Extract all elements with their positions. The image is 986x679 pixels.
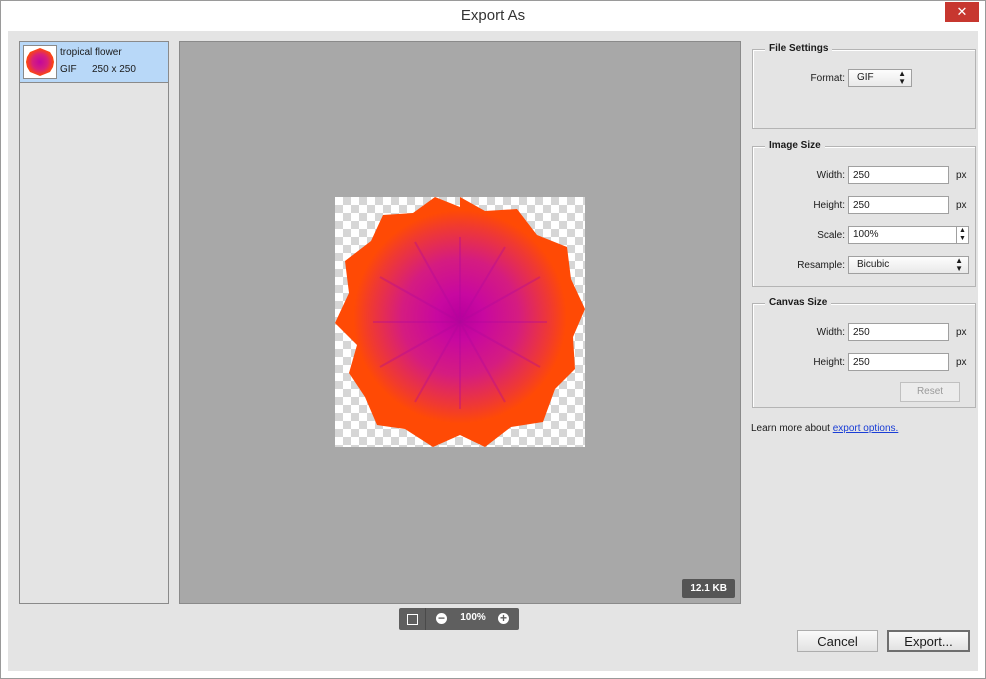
updown-arrow-icon: ▲ ▼ (898, 69, 906, 86)
dialog-body: tropical flower GIF 250 x 250 12.1 KB − … (8, 31, 978, 671)
title-bar: Export As ✕ (1, 1, 985, 31)
learn-more-text: Learn more about export options. (751, 423, 898, 434)
image-height-field[interactable]: 250 (848, 196, 949, 214)
image-size-title: Image Size (765, 140, 825, 151)
export-button[interactable]: Export... (887, 630, 970, 652)
resample-value: Bicubic (857, 259, 890, 270)
flower-thumbnail-icon (23, 45, 57, 79)
canvas-size-group: Canvas Size Width: 250 px Height: 250 px… (752, 297, 976, 408)
format-dropdown[interactable]: GIF ▲ ▼ (848, 69, 912, 87)
canvas-size-title: Canvas Size (765, 297, 832, 308)
preview-canvas (335, 197, 585, 447)
image-size-group: Image Size Width: 250 px Height: 250 px … (752, 140, 976, 287)
canvas-height-field[interactable]: 250 (848, 353, 949, 371)
scale-spinbox[interactable]: 100% ▲ ▼ (848, 226, 969, 244)
file-format: GIF (60, 64, 77, 75)
image-width-label: Width: (816, 170, 845, 181)
zoom-level: 100% (460, 612, 486, 623)
file-list: tropical flower GIF 250 x 250 (19, 41, 169, 604)
file-settings-title: File Settings (765, 43, 833, 54)
canvas-height-unit: px (956, 357, 967, 368)
close-button[interactable]: ✕ (945, 2, 979, 22)
scale-value: 100% (853, 229, 879, 240)
preview-area: 12.1 KB (179, 41, 741, 604)
zoom-toolbar: − 100% + (399, 608, 519, 630)
canvas-width-unit: px (956, 327, 967, 338)
canvas-height-label: Height: (813, 357, 845, 368)
flower-image-icon (335, 197, 585, 447)
learn-more-label: Learn more about (751, 423, 833, 434)
file-list-item[interactable]: tropical flower GIF 250 x 250 (20, 42, 168, 83)
cancel-button[interactable]: Cancel (797, 630, 878, 652)
file-size-badge: 12.1 KB (682, 579, 735, 598)
file-name: tropical flower (60, 47, 122, 58)
spin-arrows-icon[interactable]: ▲ ▼ (956, 227, 968, 243)
scale-label: Scale: (817, 230, 845, 241)
image-width-field[interactable]: 250 (848, 166, 949, 184)
window-title: Export As (460, 7, 526, 24)
file-dimensions: 250 x 250 (92, 64, 136, 75)
reset-button[interactable]: Reset (900, 382, 960, 402)
image-height-label: Height: (813, 200, 845, 211)
updown-arrow-icon: ▲ ▼ (955, 256, 963, 273)
format-value: GIF (857, 72, 874, 83)
image-height-unit: px (956, 200, 967, 211)
format-label: Format: (810, 73, 845, 84)
resample-dropdown[interactable]: Bicubic ▲ ▼ (848, 256, 969, 274)
export-options-link[interactable]: export options. (833, 423, 899, 434)
zoom-in-icon[interactable]: + (498, 612, 509, 624)
resample-label: Resample: (797, 260, 845, 271)
export-as-window: Export As ✕ tropical flower GIF 250 x 25… (0, 0, 986, 679)
fit-to-view-button[interactable] (399, 608, 426, 630)
file-settings-group: File Settings Format: GIF ▲ ▼ (752, 43, 976, 129)
fit-icon (407, 614, 418, 625)
canvas-width-field[interactable]: 250 (848, 323, 949, 341)
image-width-unit: px (956, 170, 967, 181)
canvas-width-label: Width: (816, 327, 845, 338)
zoom-out-icon[interactable]: − (436, 612, 447, 624)
